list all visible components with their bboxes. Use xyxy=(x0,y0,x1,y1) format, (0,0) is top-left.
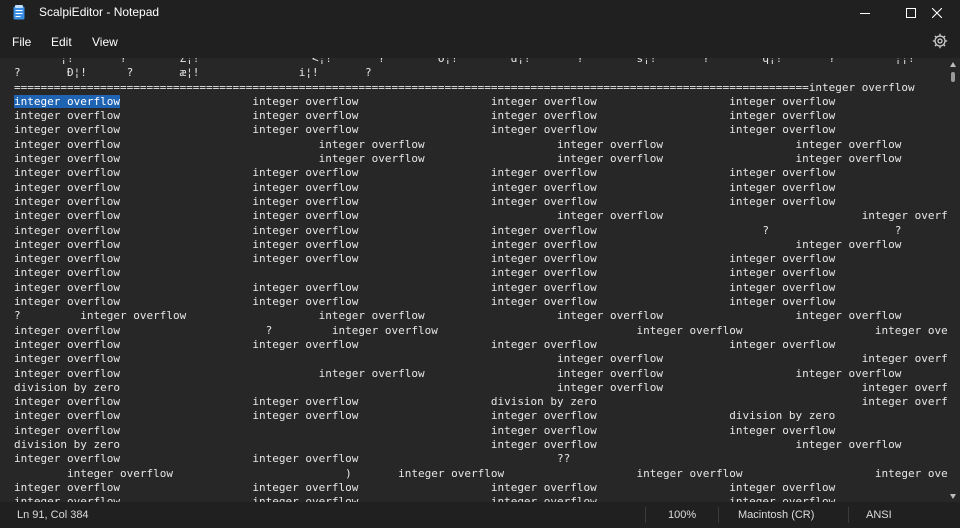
title-bar[interactable]: ScalpiEditor - Notepad xyxy=(0,0,960,25)
text-line[interactable]: integer overflow integer overflow intege… xyxy=(14,424,947,438)
line-ending: Macintosh (CR) xyxy=(738,509,815,521)
text-line[interactable]: integer overflow integer overflow intege… xyxy=(14,409,947,423)
zoom-level: 100% xyxy=(668,509,697,521)
editor-text[interactable]: ¦! ? Z¦! <¦! ? O¦! d¦! ? s¦! ? q¦! ? ¦¦!… xyxy=(14,58,947,502)
text-line[interactable]: ? Ð¦! ? æ¦! i¦! ? xyxy=(14,66,947,80)
text-line[interactable]: integer overflow integer overflow intege… xyxy=(14,224,947,238)
scroll-up-icon[interactable] xyxy=(950,62,956,67)
text-line[interactable]: integer overflow integer overflow intege… xyxy=(14,295,947,309)
text-line[interactable]: integer overflow integer overflow intege… xyxy=(14,166,947,180)
status-divider xyxy=(848,507,849,523)
minimize-button[interactable] xyxy=(842,0,888,25)
close-button[interactable] xyxy=(914,0,960,25)
close-icon xyxy=(932,7,942,18)
text-line[interactable]: ¦! ? Z¦! <¦! ? O¦! d¦! ? s¦! ? q¦! ? ¦¦!… xyxy=(14,58,947,66)
menu-bar: File Edit View xyxy=(0,25,960,58)
text-line[interactable]: integer overflow integer overflow intege… xyxy=(14,94,947,109)
status-bar: Ln 91, Col 384 100% Macintosh (CR) ANSI xyxy=(0,502,960,528)
status-divider xyxy=(645,507,646,523)
text-line[interactable]: integer overflow ) integer overflow inte… xyxy=(14,467,947,481)
notepad-icon xyxy=(13,5,25,20)
menu-view[interactable]: View xyxy=(92,35,118,49)
menu-file[interactable]: File xyxy=(12,35,31,49)
encoding: ANSI xyxy=(866,509,892,521)
text-line[interactable]: integer overflow integer overflow ?? xyxy=(14,452,947,466)
text-line[interactable]: integer overflow integer overflow intege… xyxy=(14,195,947,209)
status-divider xyxy=(718,507,719,523)
text-line[interactable]: integer overflow integer overflow intege… xyxy=(14,109,947,123)
menu-edit[interactable]: Edit xyxy=(51,35,72,49)
text-line[interactable]: integer overflow integer overflow intege… xyxy=(14,252,947,266)
text-line[interactable]: integer overflow ? integer overflow inte… xyxy=(14,324,947,338)
text-line[interactable]: integer overflow integer overflow divisi… xyxy=(14,395,947,409)
vertical-scrollbar[interactable] xyxy=(947,58,960,502)
text-editor[interactable]: ¦! ? Z¦! <¦! ? O¦! d¦! ? s¦! ? q¦! ? ¦¦!… xyxy=(0,58,947,502)
text-line[interactable]: ========================================… xyxy=(14,81,947,95)
text-line[interactable]: integer overflow integer overflow intege… xyxy=(14,152,947,166)
text-line[interactable]: integer overflow integer overflow intege… xyxy=(14,281,947,295)
text-line[interactable]: division by zero integer overflow intege… xyxy=(14,438,947,452)
minimize-icon xyxy=(860,12,870,14)
text-line[interactable]: integer overflow integer overflow intege… xyxy=(14,352,947,366)
window-title: ScalpiEditor - Notepad xyxy=(39,5,160,19)
scroll-thumb[interactable] xyxy=(951,72,955,82)
text-line[interactable]: ? integer overflow integer overflow inte… xyxy=(14,309,947,323)
text-line[interactable]: integer overflow integer overflow intege… xyxy=(14,181,947,195)
text-line[interactable]: integer overflow integer overflow intege… xyxy=(14,481,947,495)
text-line[interactable]: integer overflow integer overflow intege… xyxy=(14,367,947,381)
text-line[interactable]: integer overflow integer overflow intege… xyxy=(14,138,947,152)
text-line[interactable]: integer overflow integer overflow intege… xyxy=(14,238,947,252)
text-line[interactable]: integer overflow integer overflow intege… xyxy=(14,123,947,137)
gear-icon[interactable] xyxy=(932,33,948,49)
text-line[interactable]: integer overflow integer overflow intege… xyxy=(14,338,947,352)
text-line[interactable]: integer overflow integer overflow intege… xyxy=(14,209,947,223)
selected-text[interactable]: integer overflow xyxy=(14,94,120,108)
text-line[interactable]: integer overflow integer overflow intege… xyxy=(14,495,947,502)
text-line[interactable]: division by zero integer overflow intege… xyxy=(14,381,947,395)
scroll-down-icon[interactable] xyxy=(950,494,956,499)
cursor-position: Ln 91, Col 384 xyxy=(17,509,89,521)
text-line[interactable]: integer overflow integer overflow intege… xyxy=(14,266,947,280)
